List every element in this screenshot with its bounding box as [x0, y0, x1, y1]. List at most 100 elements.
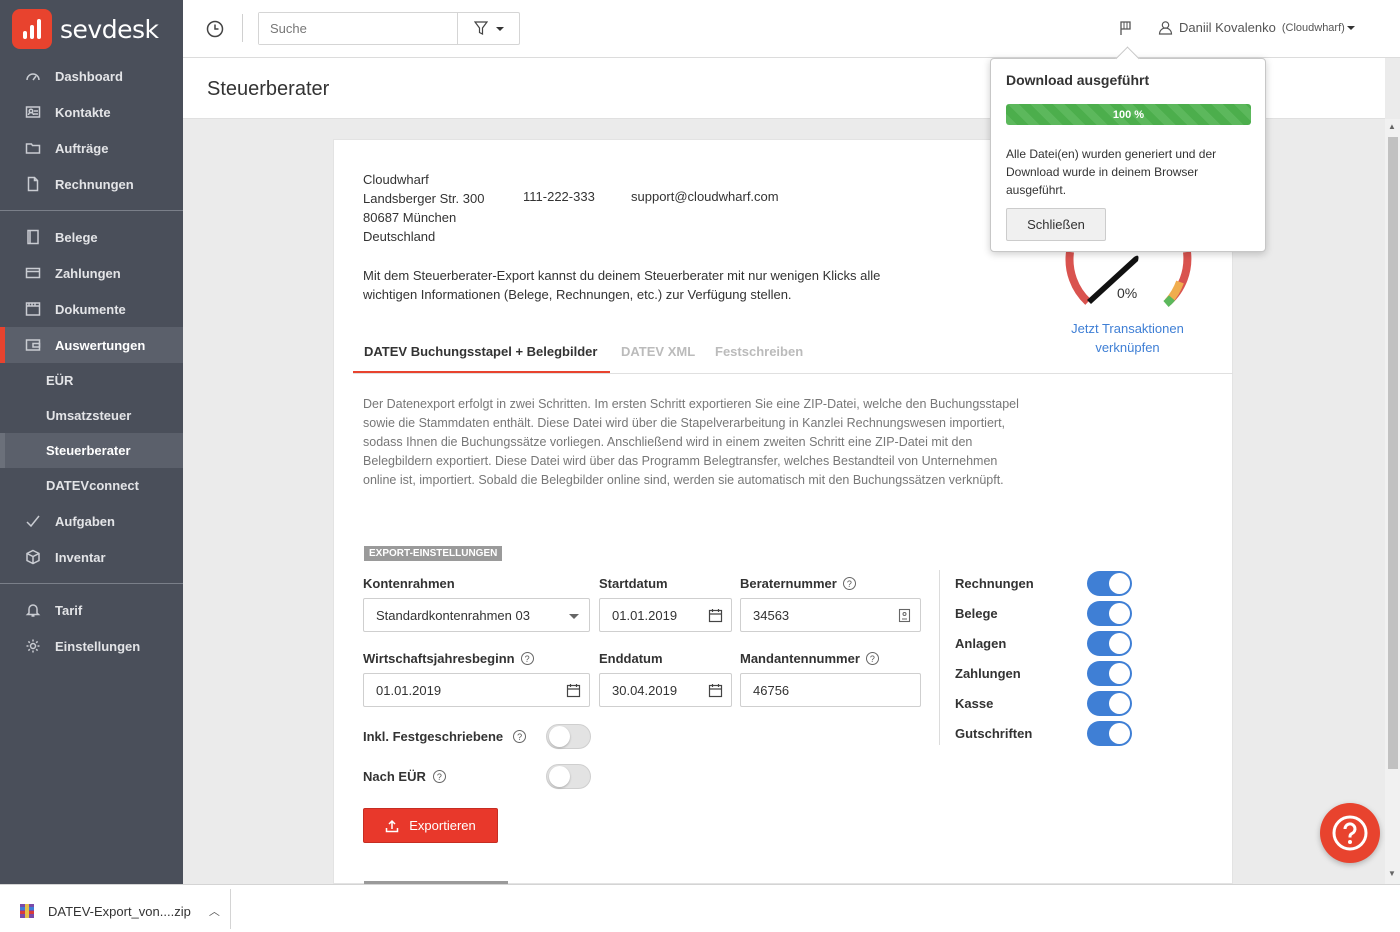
scrollbar[interactable]: ▲ ▼ [1385, 119, 1400, 884]
sidebar-item-label: Rechnungen [55, 176, 134, 192]
archive-file-icon [20, 904, 34, 918]
sidebar-item-rechnungen[interactable]: Rechnungen [0, 166, 183, 202]
gutschriften-toggle[interactable] [1087, 721, 1132, 746]
sidebar-subitem-umsatzsteuer[interactable]: Umsatzsteuer [0, 398, 183, 433]
page-title: Steuerberater [207, 78, 330, 100]
sidebar-item-auftraege[interactable]: Aufträge [0, 130, 183, 166]
rechnungen-toggle[interactable] [1087, 571, 1132, 596]
check-icon [24, 512, 42, 530]
wirtschaftsjahresbeginn-field[interactable]: 01.01.2019 [363, 673, 590, 707]
chevron-down-icon [1346, 25, 1355, 30]
startdatum-field[interactable]: 01.01.2019 [599, 598, 732, 632]
mandantennummer-field[interactable]: 46756 [740, 673, 921, 707]
calendar-icon[interactable] [708, 608, 723, 623]
help-icon[interactable]: ? [865, 652, 879, 665]
close-button[interactable]: Schließen [1006, 208, 1106, 241]
sidebar-divider [0, 583, 183, 584]
sidebar-item-dokumente[interactable]: Dokumente [0, 291, 183, 327]
bell-icon [24, 601, 42, 619]
mandantennummer-label: Mandantennummer? [740, 651, 879, 666]
sidebar-item-tarif[interactable]: Tarif [0, 592, 183, 628]
zahlungen-toggle[interactable] [1087, 661, 1132, 686]
help-icon[interactable]: ? [432, 770, 446, 783]
sidebar-item-label: Aufgaben [55, 513, 115, 529]
sidebar-item-dashboard[interactable]: Dashboard [0, 58, 183, 94]
link-transactions[interactable]: Jetzt Transaktionen verknüpfen [1060, 319, 1195, 357]
label-text: Mandantennummer [740, 651, 860, 666]
festgeschriebene-toggle[interactable] [546, 724, 591, 749]
sidebar-subitem-steuerberater[interactable]: Steuerberater [0, 433, 183, 468]
active-tab-indicator [353, 371, 610, 373]
download-filename: DATEV-Export_von....zip [48, 903, 191, 919]
sidebar-subitem-eur[interactable]: EÜR [0, 363, 183, 398]
company-name: Cloudwharf [363, 172, 429, 187]
sidebar-divider [0, 210, 183, 211]
toggle-label-anlagen: Anlagen [955, 636, 1007, 651]
logo-icon [12, 9, 52, 49]
sidebar-item-label: Dokumente [55, 301, 126, 317]
anlagen-toggle[interactable] [1087, 631, 1132, 656]
calendar-icon[interactable] [708, 683, 723, 698]
sidebar-item-kontakte[interactable]: Kontakte [0, 94, 183, 130]
tab-datev-xml[interactable]: DATEV XML [621, 344, 695, 359]
progress-fill: 100 % [1006, 104, 1251, 125]
sidebar-item-label: Tarif [55, 602, 83, 618]
logo[interactable]: sevdesk [0, 0, 183, 58]
notification-flag-icon[interactable] [1119, 20, 1133, 36]
tab-festschreiben[interactable]: Festschreiben [715, 344, 803, 359]
help-icon[interactable]: ? [513, 730, 527, 743]
history-clock-icon[interactable] [205, 19, 225, 39]
section-label: EXPORT-EINSTELLUNGEN [364, 546, 503, 561]
sidebar-item-label: Umsatzsteuer [46, 408, 132, 423]
sidebar-item-aufgaben[interactable]: Aufgaben [0, 503, 183, 539]
sidebar-item-belege[interactable]: Belege [0, 219, 183, 255]
sidebar-item-einstellungen[interactable]: Einstellungen [0, 628, 183, 664]
chevron-down-icon [495, 26, 504, 31]
search-input[interactable] [259, 13, 458, 44]
export-button[interactable]: Exportieren [363, 808, 498, 843]
nach-eur-toggle[interactable] [546, 764, 591, 789]
startdatum-label: Startdatum [599, 576, 668, 591]
sidebar-item-zahlungen[interactable]: Zahlungen [0, 255, 183, 291]
sidebar-item-label: Kontakte [55, 104, 111, 120]
dashboard-icon [24, 67, 42, 85]
tab-datev-buchungsstapel[interactable]: DATEV Buchungsstapel + Belegbilder [364, 344, 597, 359]
topbar-divider [242, 14, 243, 42]
gear-icon [24, 637, 42, 655]
sidebar-item-inventar[interactable]: Inventar [0, 539, 183, 575]
scroll-down-arrow[interactable]: ▼ [1388, 869, 1396, 878]
calendar-icon[interactable] [566, 683, 581, 698]
company-address: Cloudwharf Landsberger Str. 300 80687 Mü… [363, 170, 484, 246]
column-divider [939, 570, 940, 745]
sidebar-item-label: DATEVconnect [46, 478, 139, 493]
sidebar-item-auswertungen[interactable]: Auswertungen [0, 327, 183, 363]
enddatum-label: Enddatum [599, 651, 663, 666]
search-filter-button[interactable] [458, 13, 519, 44]
search-box [258, 12, 520, 45]
scroll-up-arrow[interactable]: ▲ [1388, 122, 1396, 131]
sidebar-subitem-datevconnect[interactable]: DATEVconnect [0, 468, 183, 503]
sidebar-item-label: Auswertungen [55, 337, 146, 353]
field-value: 30.04.2019 [612, 682, 678, 698]
field-value: 01.01.2019 [612, 607, 678, 623]
company-email: support@cloudwharf.com [631, 189, 779, 204]
label-text: Kontenrahmen [363, 576, 455, 591]
chevron-up-icon[interactable]: ︿ [209, 903, 220, 919]
help-button[interactable] [1320, 803, 1380, 863]
user-menu[interactable]: Daniil Kovalenko (Cloudwharf) [1158, 20, 1355, 35]
toggle-label-belege: Belege [955, 606, 998, 621]
enddatum-field[interactable]: 30.04.2019 [599, 673, 732, 707]
topbar: Daniil Kovalenko (Cloudwharf) [183, 0, 1400, 58]
sidebar-item-label: Zahlungen [55, 265, 121, 281]
kontenrahmen-select[interactable]: Standardkontenrahmen 03 [363, 598, 590, 632]
help-icon[interactable]: ? [842, 577, 856, 590]
chevron-down-icon [569, 614, 579, 619]
contacts-icon [24, 103, 42, 121]
scroll-thumb[interactable] [1388, 137, 1398, 769]
kasse-toggle[interactable] [1087, 691, 1132, 716]
download-item[interactable]: DATEV-Export_von....zip ︿ [18, 902, 220, 920]
help-icon[interactable]: ? [520, 652, 534, 665]
beraternummer-field[interactable]: 34563 [740, 598, 921, 632]
download-progress-bar: 100 % [1006, 104, 1251, 125]
belege-toggle[interactable] [1087, 601, 1132, 626]
